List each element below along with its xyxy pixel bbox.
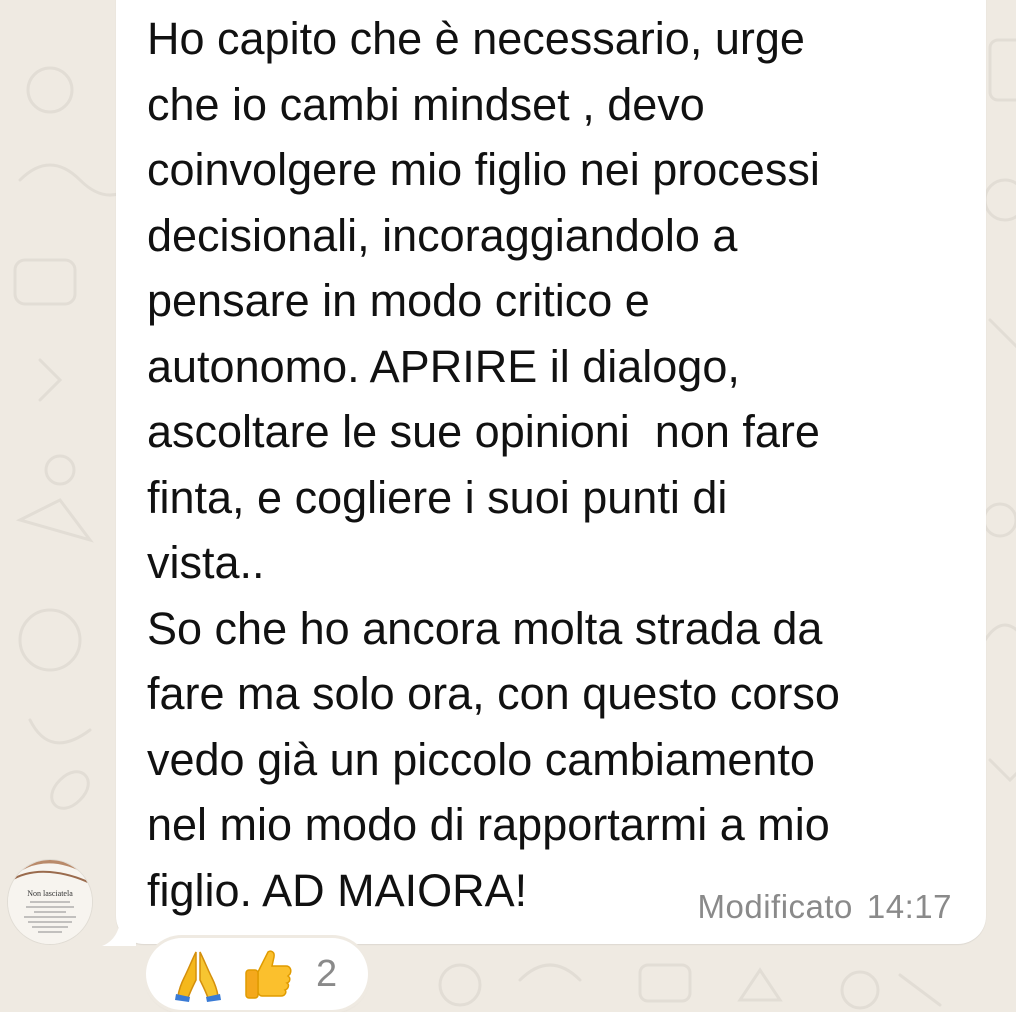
sender-avatar[interactable]: Non lasciatela: [8, 860, 92, 944]
thumbs-up-icon: [238, 944, 298, 1004]
message-text: Ho capito che è necessario, urge che io …: [147, 13, 840, 916]
reaction-count: 2: [316, 952, 338, 995]
avatar-caption: Non lasciatela: [27, 889, 73, 898]
reactions-pill[interactable]: 2: [146, 938, 368, 1010]
folded-hands-icon: [168, 944, 228, 1004]
message-meta: Modificato 14:17: [698, 888, 953, 926]
bubble-tail: [102, 912, 136, 946]
edited-label: Modificato: [697, 888, 853, 925]
message-time: 14:17: [866, 888, 952, 925]
